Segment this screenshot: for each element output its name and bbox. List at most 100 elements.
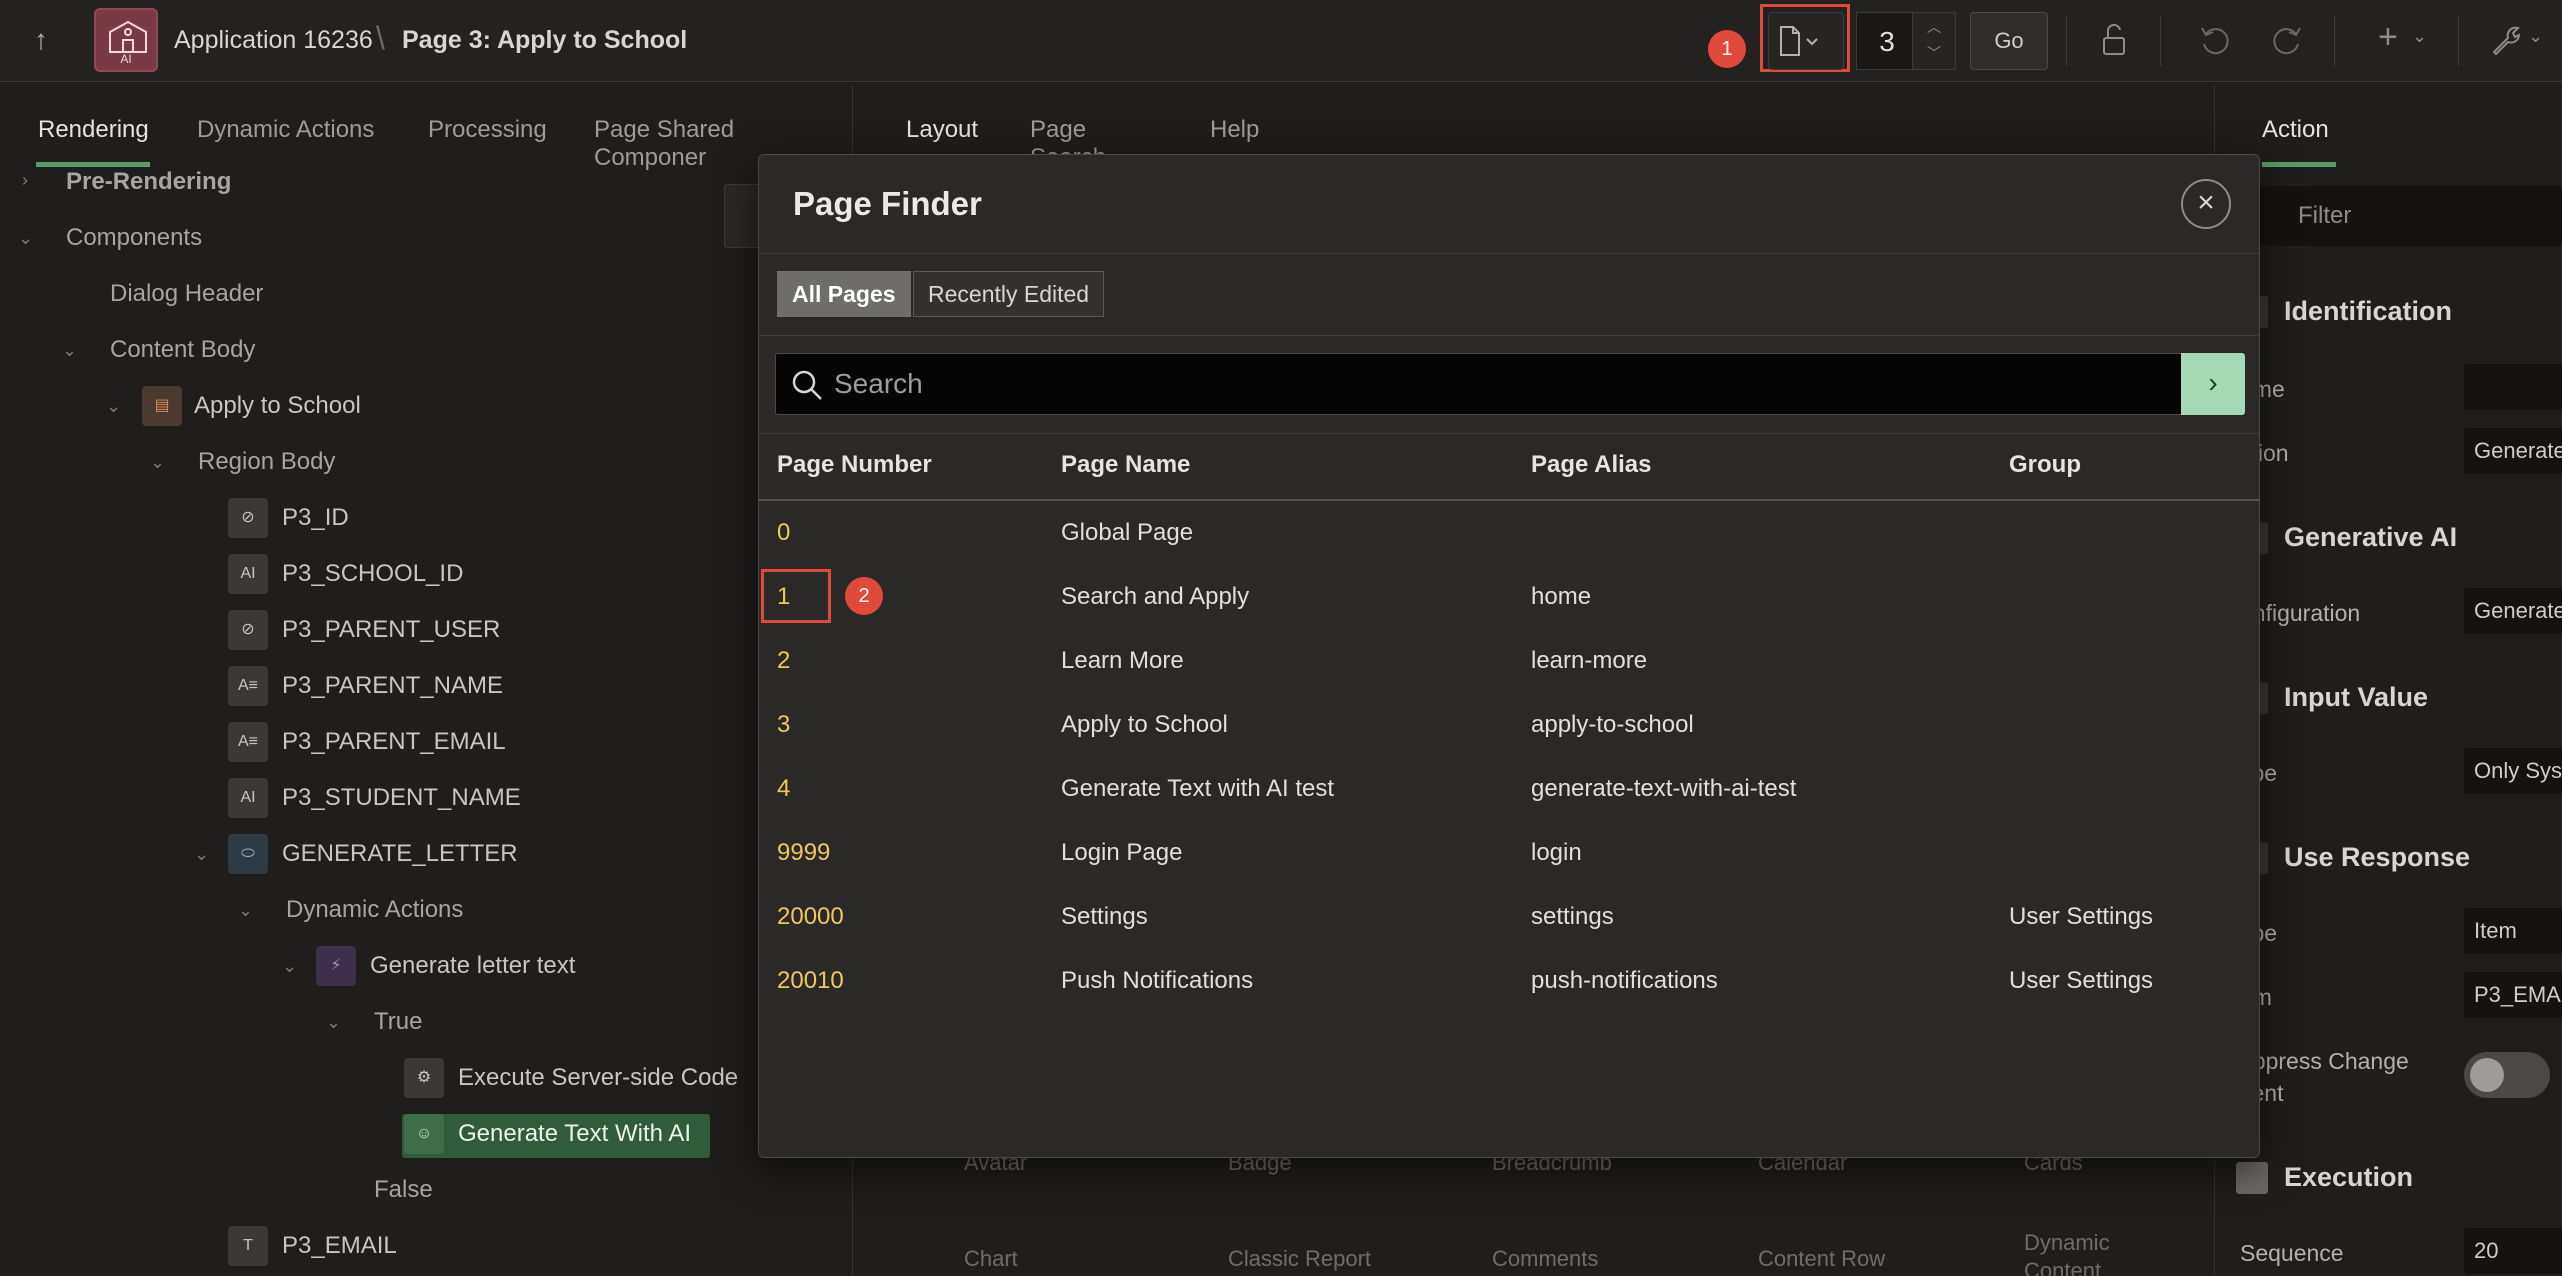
gallery-item[interactable]: Content bbox=[2024, 1258, 2101, 1276]
tree-node[interactable]: Dynamic Actions bbox=[286, 896, 463, 924]
chevron-down-icon[interactable]: ﹀ bbox=[1913, 43, 1955, 63]
tab-processing[interactable]: Processing bbox=[428, 116, 547, 144]
page-number-link[interactable]: 9999 bbox=[777, 839, 830, 867]
page-alias-cell: generate-text-with-ai-test bbox=[1531, 775, 1797, 802]
page-number-link[interactable]: 0 bbox=[777, 519, 790, 547]
section-generative-ai[interactable]: Generative AI bbox=[2284, 522, 2457, 553]
segment-all-pages[interactable]: All Pages bbox=[777, 271, 911, 317]
suppress-change-toggle[interactable] bbox=[2464, 1052, 2550, 1098]
gallery-item[interactable]: Dynamic bbox=[2024, 1230, 2110, 1256]
lock-icon[interactable] bbox=[2094, 20, 2134, 60]
tab-layout[interactable]: Layout bbox=[906, 116, 978, 144]
page-number-spinner[interactable]: ︿ ﹀ bbox=[1912, 12, 1956, 70]
segment-recently-edited[interactable]: Recently Edited bbox=[913, 271, 1105, 317]
page-number-input[interactable]: 3 bbox=[1856, 12, 1918, 70]
redo-icon[interactable] bbox=[2266, 20, 2306, 60]
tree-node[interactable]: P3_ID bbox=[282, 504, 349, 532]
tab-rendering[interactable]: Rendering bbox=[38, 116, 149, 144]
tree-node[interactable]: P3_PARENT_NAME bbox=[282, 672, 503, 700]
wrench-icon[interactable] bbox=[2486, 20, 2526, 60]
chevron-up-icon[interactable]: ︿ bbox=[1913, 17, 1955, 37]
tree-node[interactable]: False bbox=[374, 1176, 433, 1204]
annotation-marker-2: 2 bbox=[845, 577, 883, 615]
tree-node[interactable]: Content Body bbox=[110, 336, 255, 364]
plus-icon[interactable]: + bbox=[2378, 18, 2398, 57]
gallery-item[interactable]: Chart bbox=[964, 1246, 1018, 1272]
tree-node[interactable]: Components bbox=[66, 224, 202, 252]
tree-node[interactable]: P3_EMAIL bbox=[282, 1232, 397, 1260]
property-field[interactable]: 20 bbox=[2464, 1228, 2562, 1274]
search-field[interactable] bbox=[775, 353, 2187, 415]
tab-action[interactable]: Action bbox=[2262, 116, 2329, 144]
filter-placeholder: Filter bbox=[2298, 202, 2352, 229]
chevron-right-icon[interactable]: › bbox=[22, 170, 28, 191]
property-label: uppress Change bbox=[2240, 1048, 2409, 1074]
chevron-down-icon[interactable]: ⌄ bbox=[62, 340, 77, 361]
property-field[interactable]: Generate bbox=[2464, 428, 2562, 474]
tree-node[interactable]: Generate letter text bbox=[370, 952, 575, 980]
toggle-knob bbox=[2470, 1058, 2504, 1092]
tab-help[interactable]: Help bbox=[1210, 116, 1259, 144]
section-execution[interactable]: Execution bbox=[2284, 1162, 2413, 1193]
search-submit-button[interactable]: › bbox=[2181, 353, 2245, 415]
tree-node[interactable]: Dialog Header bbox=[110, 280, 263, 308]
tree-node[interactable]: P3_PARENT_USER bbox=[282, 616, 500, 644]
collapse-toggle[interactable] bbox=[2236, 1162, 2268, 1194]
active-tab-indicator bbox=[2262, 162, 2336, 167]
close-icon[interactable]: × bbox=[2181, 179, 2231, 229]
tree-node[interactable]: Region Body bbox=[198, 448, 335, 476]
chevron-down-icon[interactable]: ⌄ bbox=[2528, 26, 2543, 47]
tree-node[interactable]: GENERATE_LETTER bbox=[282, 840, 518, 868]
column-header-group[interactable]: Group bbox=[2009, 451, 2081, 479]
chevron-down-icon[interactable]: ⌄ bbox=[2412, 26, 2427, 47]
tree-node[interactable]: P3_PARENT_EMAIL bbox=[282, 728, 506, 756]
page-number-link[interactable]: 1 bbox=[777, 583, 790, 611]
chevron-down-icon[interactable]: ⌄ bbox=[150, 452, 165, 473]
page-number-link[interactable]: 20000 bbox=[777, 903, 844, 931]
filter-field[interactable]: Filter bbox=[2240, 186, 2562, 246]
property-field[interactable]: P3_EMA bbox=[2464, 972, 2562, 1018]
property-field[interactable]: Generate bbox=[2464, 588, 2562, 634]
property-field[interactable]: Item bbox=[2464, 908, 2562, 954]
chevron-down-icon[interactable]: ⌄ bbox=[238, 900, 253, 921]
column-header-page-alias[interactable]: Page Alias bbox=[1531, 451, 1652, 479]
column-header-page-name[interactable]: Page Name bbox=[1061, 451, 1190, 479]
chevron-down-icon[interactable]: ⌄ bbox=[106, 396, 121, 417]
gallery-item[interactable]: Classic Report bbox=[1228, 1246, 1371, 1272]
tree-node[interactable]: P3_STUDENT_NAME bbox=[282, 784, 521, 812]
property-field[interactable]: Only Sys bbox=[2464, 748, 2562, 794]
tree-node[interactable]: Apply to School bbox=[194, 392, 361, 420]
page-finder-button[interactable] bbox=[1768, 12, 1844, 70]
up-arrow-icon[interactable]: ↑ bbox=[34, 24, 48, 56]
section-input-value[interactable]: Input Value bbox=[2284, 682, 2428, 713]
page-number-link[interactable]: 3 bbox=[777, 711, 790, 739]
undo-icon[interactable] bbox=[2196, 20, 2236, 60]
tree-node[interactable]: Execute Server-side Code bbox=[458, 1064, 738, 1092]
toolbar-divider bbox=[2458, 16, 2459, 66]
section-identification[interactable]: Identification bbox=[2284, 296, 2452, 327]
gallery-item[interactable]: Comments bbox=[1492, 1246, 1598, 1272]
search-input[interactable] bbox=[834, 354, 2134, 414]
dialog-title: Page Finder bbox=[793, 185, 982, 222]
page-number-link[interactable]: 2 bbox=[777, 647, 790, 675]
app-icon[interactable]: AI bbox=[94, 8, 158, 72]
page-alias-cell: settings bbox=[1531, 903, 1614, 930]
chevron-down-icon[interactable]: ⌄ bbox=[18, 228, 33, 249]
chevron-down-icon[interactable]: ⌄ bbox=[326, 1012, 341, 1033]
gallery-item[interactable]: Content Row bbox=[1758, 1246, 1885, 1272]
page-number-link[interactable]: 4 bbox=[777, 775, 790, 803]
tree-node[interactable]: True bbox=[374, 1008, 422, 1036]
text-icon: T bbox=[228, 1226, 268, 1266]
page-number-link[interactable]: 20010 bbox=[777, 967, 844, 995]
tree-node[interactable]: Generate Text With AI bbox=[458, 1120, 691, 1148]
chevron-down-icon[interactable]: ⌄ bbox=[194, 844, 209, 865]
breadcrumb-app[interactable]: Application 16236 bbox=[174, 26, 373, 55]
section-use-response[interactable]: Use Response bbox=[2284, 842, 2470, 873]
column-header-page-number[interactable]: Page Number bbox=[777, 451, 932, 479]
chevron-down-icon[interactable]: ⌄ bbox=[282, 956, 297, 977]
tree-node[interactable]: P3_SCHOOL_ID bbox=[282, 560, 463, 588]
go-button[interactable]: Go bbox=[1970, 12, 2048, 70]
property-field[interactable] bbox=[2464, 364, 2562, 410]
tab-dynamic-actions[interactable]: Dynamic Actions bbox=[197, 116, 374, 144]
tree-node[interactable]: Pre-Rendering bbox=[66, 168, 231, 196]
